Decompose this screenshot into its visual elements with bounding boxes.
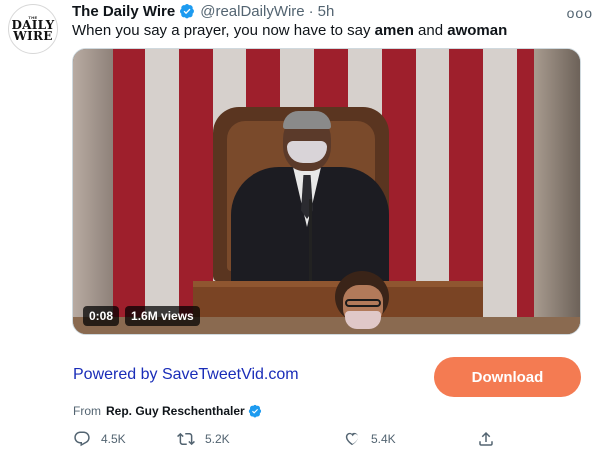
tweet-text-part: When you say a prayer, you now have to s… [72,22,375,39]
author-avatar[interactable]: THE DAILY WIRE [8,4,58,54]
video-overlay-badges: 0:08 1.6M views [83,306,200,326]
speaker-hair [283,111,331,129]
video-duration-badge: 0:08 [83,306,120,326]
retweet-icon [177,432,195,446]
verified-badge-icon [180,4,195,19]
download-button[interactable]: Download [434,357,581,397]
tweet-text-part: and [413,22,448,39]
share-icon [479,431,493,446]
tweet-timestamp[interactable]: 5h [318,3,335,20]
video-views-badge: 1.6M views [125,306,200,326]
separator-dot: · [308,2,314,20]
microphone [309,199,312,289]
retweet-count: 5.2K [205,432,230,446]
more-options-icon[interactable]: ooo [567,5,593,21]
verified-badge-icon [248,404,261,418]
tweet-header: The Daily Wire @realDailyWire · 5h [72,2,334,20]
tweet-text: When you say a prayer, you now have to s… [72,22,507,39]
like-count: 5.4K [371,432,396,446]
video-source: From Rep. Guy Reschenthaler [73,404,262,418]
marble-column-right [534,49,580,334]
video-player[interactable] [72,48,581,335]
tweet-text-bold-amen: amen [374,22,414,39]
avatar-logo-line2: WIRE [13,28,53,43]
powered-by-link[interactable]: Powered by SaveTweetVid.com [73,366,299,384]
source-account-name[interactable]: Rep. Guy Reschenthaler [106,404,245,418]
like-icon [345,432,359,446]
marble-column-left [73,49,113,334]
clerk-glasses [345,299,381,307]
reply-count: 4.5K [101,432,126,446]
reply-icon [74,431,90,447]
share-button[interactable] [477,430,505,448]
retweet-button[interactable]: 5.2K [177,430,230,448]
reply-button[interactable]: 4.5K [73,430,126,448]
author-handle[interactable]: @realDailyWire [200,3,304,20]
tweet-actions: 4.5K 5.2K 5.4K [73,430,503,450]
like-button[interactable]: 5.4K [343,430,396,448]
from-label: From [73,404,101,418]
clerk-mask [345,311,381,329]
tweet-text-bold-awoman: awoman [447,22,508,39]
author-name[interactable]: The Daily Wire [72,3,175,20]
